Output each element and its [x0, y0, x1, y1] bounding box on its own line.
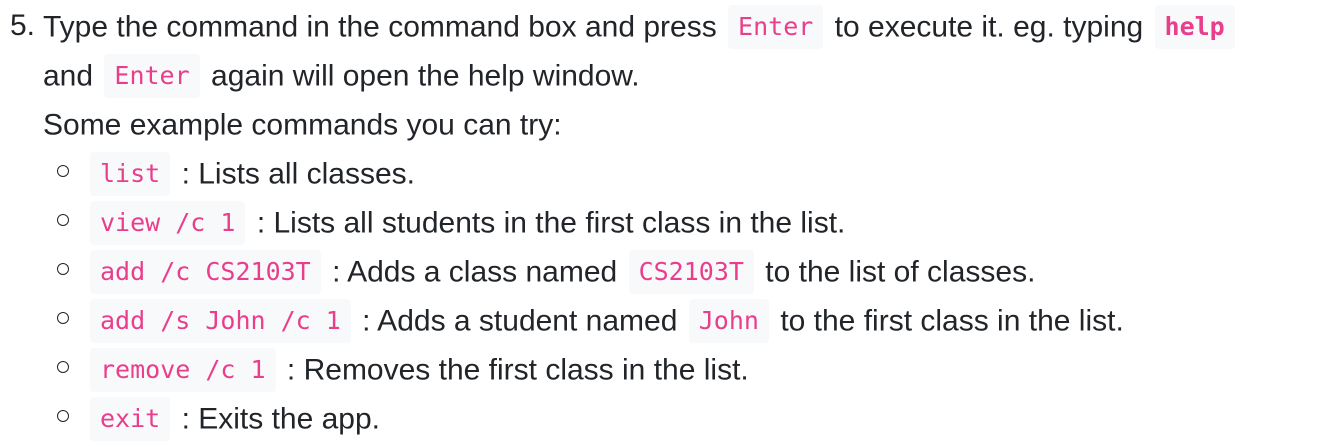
command-code: list [90, 152, 171, 197]
list-item: remove /c 1 : Removes the first class in… [0, 344, 1322, 393]
list-item: list : Lists all classes. [0, 148, 1322, 197]
circle-bullet-icon [57, 361, 69, 373]
list-item: add /s John /c 1 : Adds a student named … [0, 295, 1322, 344]
command-description: to the first class in the list. [780, 304, 1124, 338]
command-code: add /c CS2103T [90, 250, 321, 295]
command-description: : Adds a class named [332, 255, 618, 289]
circle-bullet-icon [57, 312, 69, 324]
step-text: to execute it. eg. typing [834, 10, 1144, 44]
command-code: remove /c 1 [90, 348, 276, 393]
command-description: : Adds a student named [362, 304, 678, 338]
step-text: again will open the help window. [211, 59, 640, 93]
list-item: exit : Exits the app. [0, 393, 1322, 442]
step-number: 5. [10, 9, 36, 42]
inline-code-enter: Enter [728, 5, 824, 50]
step-line-3: Some example commands you can try: [43, 99, 562, 148]
circle-bullet-icon [57, 165, 69, 177]
step-text: Type the command in the command box and … [43, 10, 717, 44]
command-code: exit [90, 397, 171, 442]
command-description: : Exits the app. [181, 402, 381, 436]
step-text: Some example commands you can try: [43, 108, 562, 142]
list-item: view /c 1 : Lists all students in the fi… [0, 197, 1322, 246]
list-item: add /c CS2103T : Adds a class named CS21… [0, 246, 1322, 295]
command-description: : Lists all classes. [181, 157, 415, 191]
command-description: : Lists all students in the first class … [256, 206, 846, 240]
step-line-2: and Enter again will open the help windo… [43, 50, 640, 99]
inline-code-class-name: CS2103T [628, 250, 754, 295]
command-code: add /s John /c 1 [90, 299, 351, 344]
command-description: to the list of classes. [765, 255, 1036, 289]
command-code: view /c 1 [90, 201, 246, 246]
inline-code-help: help [1154, 5, 1235, 50]
circle-bullet-icon [57, 263, 69, 275]
inline-code-enter: Enter [104, 54, 200, 99]
circle-bullet-icon [57, 214, 69, 226]
command-description: : Removes the first class in the list. [286, 353, 749, 387]
circle-bullet-icon [57, 410, 69, 422]
step-text: and [43, 59, 94, 93]
inline-code-student-name: John [688, 299, 769, 344]
